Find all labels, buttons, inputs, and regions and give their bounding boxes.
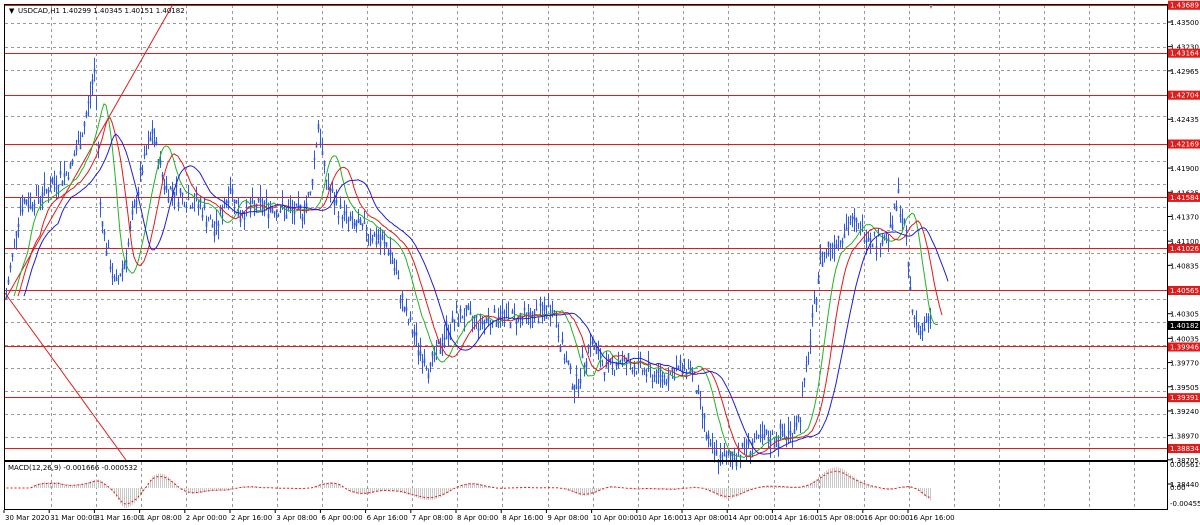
price-scale-label: 1.43500: [1170, 19, 1199, 27]
level-price-label: 1.40565: [1170, 287, 1199, 295]
price-scale-label: 1.39505: [1170, 384, 1199, 392]
time-scale-label: 15 Apr 08:00: [819, 514, 865, 522]
price-scale-label: 1.42435: [1170, 116, 1199, 124]
time-scale-label: 31 Mar 16:00: [95, 514, 142, 522]
symbol-info: USDCAD,H1 1.40299 1.40345 1.40151 1.4018…: [18, 7, 185, 15]
time-scale-label: 31 Mar 00:00: [50, 514, 97, 522]
time-scale-label: 7 Apr 08:00: [412, 514, 453, 522]
level-price-label: 1.42169: [1170, 141, 1199, 149]
time-scale-label: 8 Apr 00:00: [457, 514, 498, 522]
time-scale-label: 3 Apr 08:00: [276, 514, 317, 522]
time-scale-label: 10 Apr 00:00: [593, 514, 639, 522]
time-scale-label: 10 Apr 16:00: [638, 514, 684, 522]
level-price-label: 1.39946: [1170, 343, 1199, 351]
macd-label: MACD(12,26,9) -0.001666 -0.000532: [8, 464, 137, 472]
chart-background: [0, 0, 1200, 525]
chart-shift-marker-icon[interactable]: ▾: [929, 2, 933, 11]
level-price-label: 1.41026: [1170, 245, 1199, 253]
time-scale-label: 30 Mar 2020: [5, 514, 49, 522]
time-scale-label: 1 Apr 08:00: [141, 514, 182, 522]
macd-scale-label: 0.00: [1170, 484, 1186, 492]
time-scale-label: 2 Apr 00:00: [186, 514, 227, 522]
time-scale-label: 8 Apr 16:00: [502, 514, 543, 522]
time-scale-label: 14 Apr 16:00: [773, 514, 819, 522]
dropdown-triangle-icon[interactable]: ▼: [9, 7, 15, 15]
level-price-label: 1.38834: [1170, 445, 1199, 453]
time-scale-label: 6 Apr 00:00: [321, 514, 362, 522]
macd-scale-label: -0.004556: [1170, 500, 1200, 508]
price-scale-label: 1.38970: [1170, 433, 1199, 441]
level-price-label: 1.42704: [1170, 92, 1199, 100]
price-scale-label: 1.40305: [1170, 311, 1199, 319]
time-scale-label: 16 Apr 00:00: [864, 514, 910, 522]
time-scale-label: 14 Apr 00:00: [728, 514, 774, 522]
price-scale-label: 1.39770: [1170, 360, 1199, 368]
time-scale-label: 13 Apr 08:00: [683, 514, 729, 522]
price-scale-label: 1.42965: [1170, 68, 1199, 76]
current-price-label: 1.40182: [1170, 322, 1199, 330]
level-price-label: 1.39391: [1170, 394, 1199, 402]
time-scale-label: 9 Apr 08:00: [547, 514, 588, 522]
price-scale-label: 1.41370: [1170, 213, 1199, 221]
price-scale-label: 1.41900: [1170, 165, 1199, 173]
price-scale-label: 1.40035: [1170, 335, 1199, 343]
price-scale-label: 1.39240: [1170, 408, 1199, 416]
price-scale[interactable]: 1.435001.432301.429651.424351.419001.416…: [1168, 0, 1200, 489]
level-price-label: 1.41584: [1170, 194, 1199, 202]
time-scale-label: 6 Apr 16:00: [367, 514, 408, 522]
level-price-label: 1.43689: [1170, 2, 1199, 10]
price-scale-label: 1.40835: [1170, 262, 1199, 270]
chart-window[interactable]: ▼ USDCAD,H1 1.40299 1.40345 1.40151 1.40…: [0, 0, 1200, 525]
time-scale-label: 2 Apr 16:00: [231, 514, 272, 522]
time-scale-label: 16 Apr 16:00: [909, 514, 955, 522]
level-price-label: 1.43164: [1170, 50, 1199, 58]
macd-scale-label: 0.005619: [1170, 461, 1200, 469]
